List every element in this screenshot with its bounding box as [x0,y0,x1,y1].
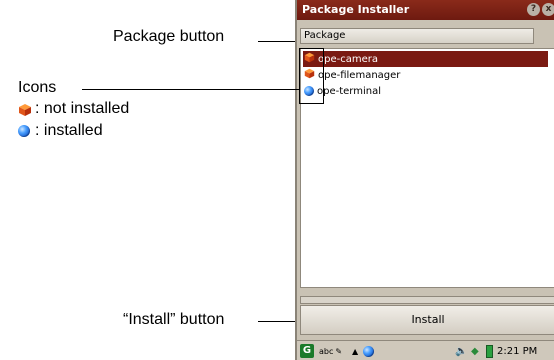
legend-not-installed: : not installed [18,100,129,118]
input-mode-label: abc [319,346,334,356]
title-bar: Package Installer ? x [297,0,554,20]
battery-icon[interactable] [486,344,493,358]
package-list: ope-camera ope-filemanager ope-terminal [300,48,554,288]
pen-icon: ✎ [335,346,343,356]
package-row[interactable]: ope-filemanager [303,67,548,83]
legend-not-installed-label: : not installed [35,100,130,117]
window-title: Package Installer [302,3,410,16]
up-arrow-icon[interactable]: ▲ [352,344,358,358]
package-installer-window: Package Installer ? x Package ope-camera [295,0,554,360]
install-button[interactable]: Install [300,305,554,335]
taskbar: G abc ✎ ▲ 🔈 ◆ 2:21 PM [297,340,554,360]
globe-taskbar-icon[interactable] [363,344,374,358]
icons-highlight-box [299,48,324,104]
package-button-leader [258,41,296,42]
network-icon[interactable]: ◆ [471,344,479,358]
tutorial-figure: Package button Icons : not installed : i… [0,0,554,360]
input-method[interactable]: abc ✎ [319,344,342,358]
install-area-divider [300,296,554,304]
package-row[interactable]: ope-camera [303,51,548,67]
legend-installed: : installed [18,122,103,140]
package-installed-icon [18,125,30,137]
icons-leader [82,89,296,90]
icons-highlight-connector [295,89,300,90]
package-name: ope-filemanager [318,69,401,81]
package-button[interactable]: Package [300,28,534,44]
clock-label: 2:21 PM [497,345,538,357]
package-name: ope-camera [318,53,378,65]
close-button[interactable]: x [542,3,554,16]
clock: 2:21 PM [497,344,537,358]
start-menu-button[interactable]: G [300,344,314,358]
package-name: ope-terminal [317,85,381,97]
help-button[interactable]: ? [527,3,540,16]
icons-heading: Icons [18,79,57,96]
volume-icon[interactable]: 🔈 [455,344,467,358]
start-icon: G [300,344,314,358]
install-button-annotation: “Install” button [123,311,225,328]
legend-installed-label: : installed [35,122,103,139]
package-row[interactable]: ope-terminal [303,83,548,99]
package-not-installed-icon [18,103,31,116]
package-button-annotation: Package button [113,28,225,45]
install-button-leader [258,321,296,322]
